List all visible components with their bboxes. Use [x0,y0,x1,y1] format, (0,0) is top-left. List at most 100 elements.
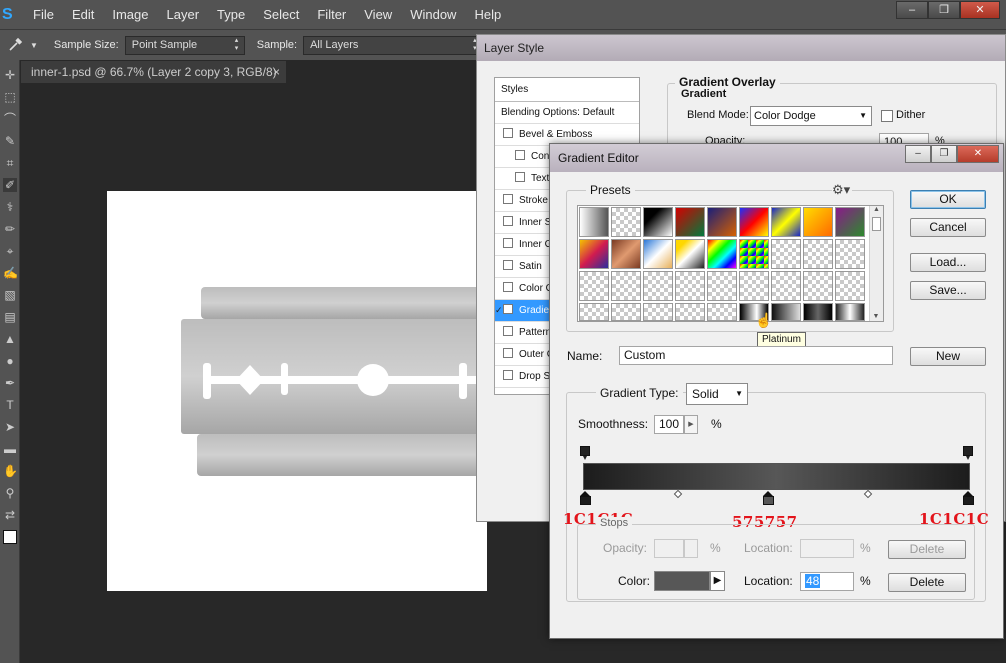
color-stop-middle[interactable] [763,491,774,505]
color-stop-right[interactable] [963,491,974,505]
path-select-tool-icon[interactable]: ➤ [3,420,17,434]
checkbox[interactable] [515,150,525,160]
preset-swatch[interactable] [707,303,737,321]
preset-swatch[interactable] [739,207,769,237]
checkbox[interactable] [503,194,513,204]
preset-swatch[interactable] [611,303,641,321]
preset-swatch[interactable] [643,239,673,269]
preset-swatch[interactable] [803,271,833,301]
lasso-tool-icon[interactable]: ⌒ [3,112,17,126]
marquee-tool-icon[interactable]: ⬚ [3,90,17,104]
checkbox[interactable] [503,260,513,270]
history-brush-icon[interactable]: ✍ [3,266,18,280]
checkbox[interactable] [503,326,513,336]
menu-edit[interactable]: Edit [63,7,103,22]
eyedropper-tool-icon[interactable]: ✐ [3,178,17,192]
preset-swatch[interactable] [611,207,641,237]
preset-swatch[interactable] [675,207,705,237]
ok-button[interactable]: OK [910,190,986,209]
gear-icon[interactable]: ⚙▾ [832,182,852,198]
checkbox[interactable] [503,238,513,248]
menu-select[interactable]: Select [254,7,308,22]
stop-color-location-input[interactable]: 48 [800,572,854,591]
blend-mode-select[interactable]: Color Dodge ▼ [750,106,872,126]
stop-color-swatch[interactable] [654,571,710,591]
minimize-button[interactable]: – [896,1,928,19]
preset-swatch[interactable] [611,271,641,301]
preset-swatch[interactable] [835,271,865,301]
sample-size-select[interactable]: Point Sample [124,35,245,55]
preset-swatch[interactable] [771,303,801,321]
menu-image[interactable]: Image [103,7,157,22]
preset-swatch[interactable] [771,239,801,269]
type-tool-icon[interactable]: T [3,398,17,412]
menu-window[interactable]: Window [401,7,465,22]
healing-tool-icon[interactable]: ⚕ [3,200,17,214]
checkbox[interactable] [503,282,513,292]
document-tab[interactable]: inner-1.psd @ 66.7% (Layer 2 copy 3, RGB… [21,61,286,83]
checkbox[interactable] [503,216,513,226]
smoothness-input[interactable]: 100 [654,415,684,434]
checkbox[interactable] [503,348,513,358]
preset-swatch[interactable] [835,207,865,237]
preset-swatch[interactable] [835,239,865,269]
preset-swatch[interactable] [579,239,609,269]
checkbox[interactable] [503,370,513,380]
opacity-stop-right[interactable] [963,446,973,460]
preset-swatch[interactable] [803,239,833,269]
preset-swatch[interactable] [739,271,769,301]
dodge-tool-icon[interactable]: ● [3,354,17,368]
menu-filter[interactable]: Filter [308,7,355,22]
dialog-restore-button[interactable]: ❐ [931,145,957,163]
stamp-tool-icon[interactable]: ⌖ [3,244,17,258]
eyedropper-icon[interactable] [8,36,30,55]
eraser-tool-icon[interactable]: ▧ [3,288,17,302]
preset-swatch[interactable] [643,207,673,237]
preset-swatch[interactable] [803,303,833,321]
close-document-icon[interactable]: × [273,61,280,83]
brush-tool-icon[interactable]: ✏ [3,222,17,236]
color-picker-arrow-icon[interactable]: ▶ [710,571,725,591]
menu-help[interactable]: Help [465,7,510,22]
gradient-tool-icon[interactable]: ▤ [3,310,17,324]
menu-file[interactable]: File [24,7,63,22]
restore-button[interactable]: ❐ [928,1,960,19]
delete-color-stop-button[interactable]: Delete [888,573,966,592]
color-stop-left[interactable] [580,491,591,505]
dialog-close-button[interactable]: ✕ [957,145,999,163]
opacity-stop-left[interactable] [580,446,590,460]
preset-swatch[interactable] [579,207,609,237]
scroll-thumb[interactable] [872,217,881,231]
blending-options-item[interactable]: Blending Options: Default [495,102,639,124]
move-tool-icon[interactable]: ✛ [3,68,17,82]
blur-tool-icon[interactable]: ▲ [3,332,17,346]
preset-swatch[interactable] [707,239,737,269]
preset-swatch[interactable] [675,271,705,301]
preset-swatch[interactable] [803,207,833,237]
name-input[interactable]: Custom [619,346,893,365]
menu-view[interactable]: View [355,7,401,22]
sample-select[interactable]: All Layers [303,35,484,55]
preset-swatch[interactable] [579,271,609,301]
preset-swatch[interactable] [643,271,673,301]
preset-swatch[interactable] [579,303,609,321]
preset-swatch[interactable] [835,303,865,321]
new-button[interactable]: New [910,347,986,366]
preset-swatch[interactable] [675,303,705,321]
menu-layer[interactable]: Layer [158,7,209,22]
pen-tool-icon[interactable]: ✒ [3,376,17,390]
preset-swatch[interactable] [611,239,641,269]
scroll-down-icon[interactable]: ▼ [870,313,882,320]
styles-header[interactable]: Styles [495,78,639,102]
document-canvas[interactable] [107,191,511,591]
tool-preset-arrow-icon[interactable]: ▼ [30,41,38,50]
load-button[interactable]: Load... [910,253,986,272]
dither-checkbox[interactable] [881,110,893,122]
preset-swatch[interactable] [643,303,673,321]
gradient-preview-bar[interactable] [583,463,970,490]
quick-select-tool-icon[interactable]: ✎ [3,134,17,148]
preset-swatch[interactable] [739,239,769,269]
swap-colors-icon[interactable]: ⇄ [3,508,17,522]
presets-scrollbar[interactable]: ▲ ▼ [869,206,883,321]
crop-tool-icon[interactable]: ⌗ [3,156,17,170]
